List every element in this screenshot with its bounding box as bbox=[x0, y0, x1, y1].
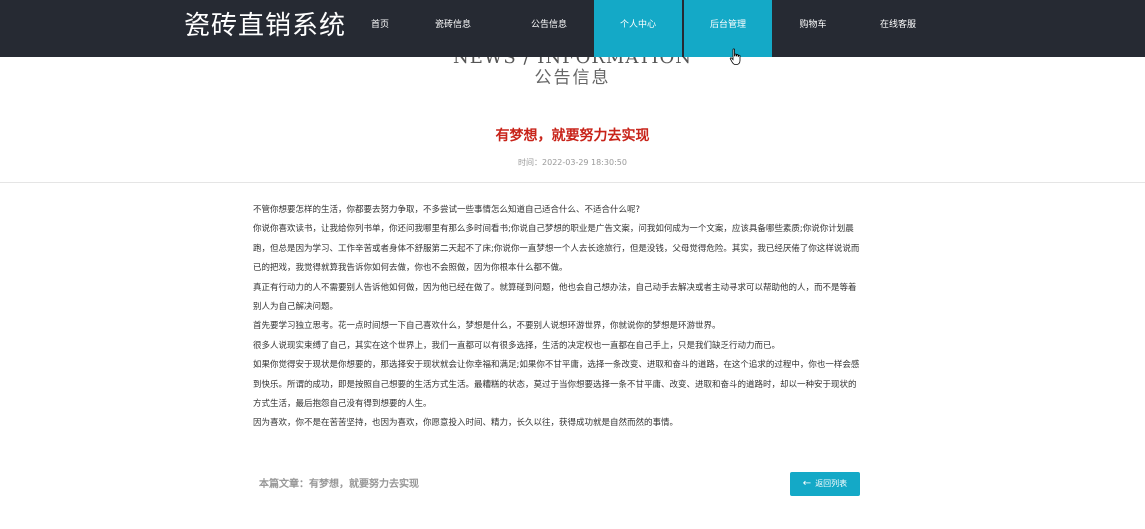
back-to-list-label: 返回列表 bbox=[815, 479, 848, 488]
nav-home[interactable]: 首页 bbox=[340, 0, 420, 57]
article-paragraph: 因为喜欢，你不是在苦苦坚持，也因为喜欢，你愿意投入时间、精力，长久以往，获得成功… bbox=[253, 418, 679, 429]
article-paragraph: 首先要学习独立思考。花一点时间想一下自己喜欢什么，梦想是什么，不要别人说想环游世… bbox=[253, 321, 721, 332]
divider bbox=[0, 182, 1145, 183]
nav-personal-center[interactable]: 个人中心 bbox=[594, 0, 682, 57]
nav-cart[interactable]: 购物车 bbox=[778, 0, 848, 57]
article-title: 有梦想，就要努力去实现 bbox=[495, 128, 650, 144]
site-brand[interactable]: 瓷砖直销系统 bbox=[184, 9, 346, 43]
article-paragraph: 真正有行动力的人不需要别人告诉他如何做，因为他已经在做了。就算碰到问题，他也会自… bbox=[253, 282, 857, 313]
hand-cursor-icon bbox=[729, 48, 741, 65]
current-article-label: 本篇文章：有梦想，就要努力去实现 bbox=[259, 479, 419, 490]
article-time: 时间：2022-03-29 18:30:50 bbox=[518, 158, 627, 167]
nav-admin[interactable]: 后台管理 bbox=[684, 0, 772, 57]
article-paragraph: 你说你喜欢读书，让我给你列书单，你还问我哪里有那么多时间看书;你说自己梦想的职业… bbox=[253, 224, 860, 274]
article-content: 不管你想要怎样的生活，你都要去努力争取，不多尝试一些事情怎么知道自己适合什么、不… bbox=[253, 201, 863, 434]
back-to-list-button[interactable]: ← 返回列表 bbox=[790, 472, 860, 496]
top-navigation-bar: 瓷砖直销系统 首页 瓷砖信息 公告信息 个人中心 后台管理 购物车 在线客服 bbox=[0, 0, 1145, 57]
arrow-left-icon: ← bbox=[802, 478, 812, 489]
article-paragraph: 很多人说现实束缚了自己，其实在这个世界上，我们一直都可以有很多选择，生活的决定权… bbox=[253, 340, 781, 351]
nav-announcements[interactable]: 公告信息 bbox=[510, 0, 588, 57]
nav-online-service[interactable]: 在线客服 bbox=[858, 0, 938, 57]
nav-tile-info[interactable]: 瓷砖信息 bbox=[422, 0, 484, 57]
article-paragraph: 如果你觉得安于现状是你想要的，那选择安于现状就会让你幸福和满足;如果你不甘平庸，… bbox=[253, 360, 860, 410]
article-paragraph: 不管你想要怎样的生活，你都要去努力争取，不多尝试一些事情怎么知道自己适合什么、不… bbox=[253, 205, 641, 215]
